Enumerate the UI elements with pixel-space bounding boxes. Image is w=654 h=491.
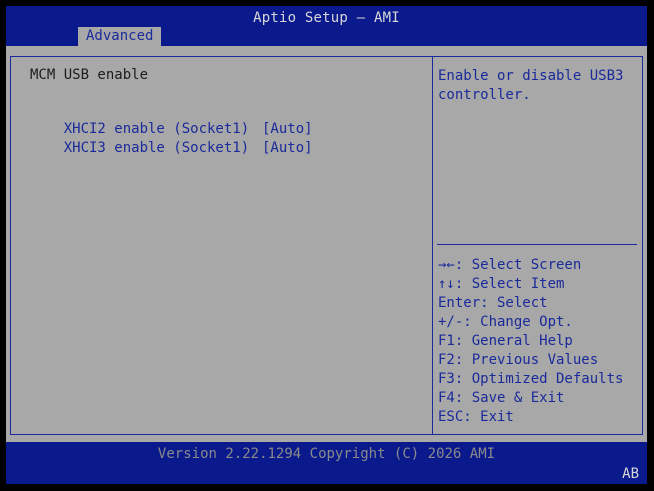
key-enter: Enter: Select bbox=[438, 295, 548, 311]
tab-advanced[interactable]: Advanced bbox=[78, 27, 162, 46]
ab-badge: AB bbox=[622, 466, 639, 482]
section-label: MCM USB enable bbox=[30, 67, 149, 83]
help-text: Enable or disable USB3 controller. bbox=[438, 68, 632, 103]
setting-label: XHCI3 enable (Socket1) bbox=[63, 140, 250, 156]
setting-value[interactable]: [Auto] bbox=[262, 140, 313, 156]
key-optimized-defaults: F3: Optimized Defaults bbox=[438, 371, 624, 387]
version-text: Version 2.22.1294 Copyright (C) 2026 AMI bbox=[157, 446, 496, 462]
key-general-help: F1: General Help bbox=[438, 333, 573, 349]
help-divider bbox=[437, 244, 637, 245]
bios-screen: Aptio Setup – AMI Advanced MCM USB enabl… bbox=[0, 0, 654, 491]
key-previous-values: F2: Previous Values bbox=[438, 352, 599, 368]
key-select-screen: →←: Select Screen bbox=[438, 257, 582, 273]
footer-bar: Version 2.22.1294 Copyright (C) 2026 AMI… bbox=[6, 442, 647, 484]
setting-value[interactable]: [Auto] bbox=[262, 121, 313, 137]
key-change-opt: +/-: Change Opt. bbox=[438, 314, 573, 330]
setting-row-xhci3[interactable]: XHCI3 enable (Socket1) [Auto] bbox=[30, 124, 313, 172]
key-esc-exit: ESC: Exit bbox=[438, 409, 514, 425]
key-save-exit: F4: Save & Exit bbox=[438, 390, 565, 406]
key-select-item: ↑↓: Select Item bbox=[438, 276, 565, 292]
app-title: Aptio Setup – AMI bbox=[253, 10, 400, 26]
key-legend: →←: Select Screen ↑↓: Select Item Enter:… bbox=[438, 256, 623, 427]
